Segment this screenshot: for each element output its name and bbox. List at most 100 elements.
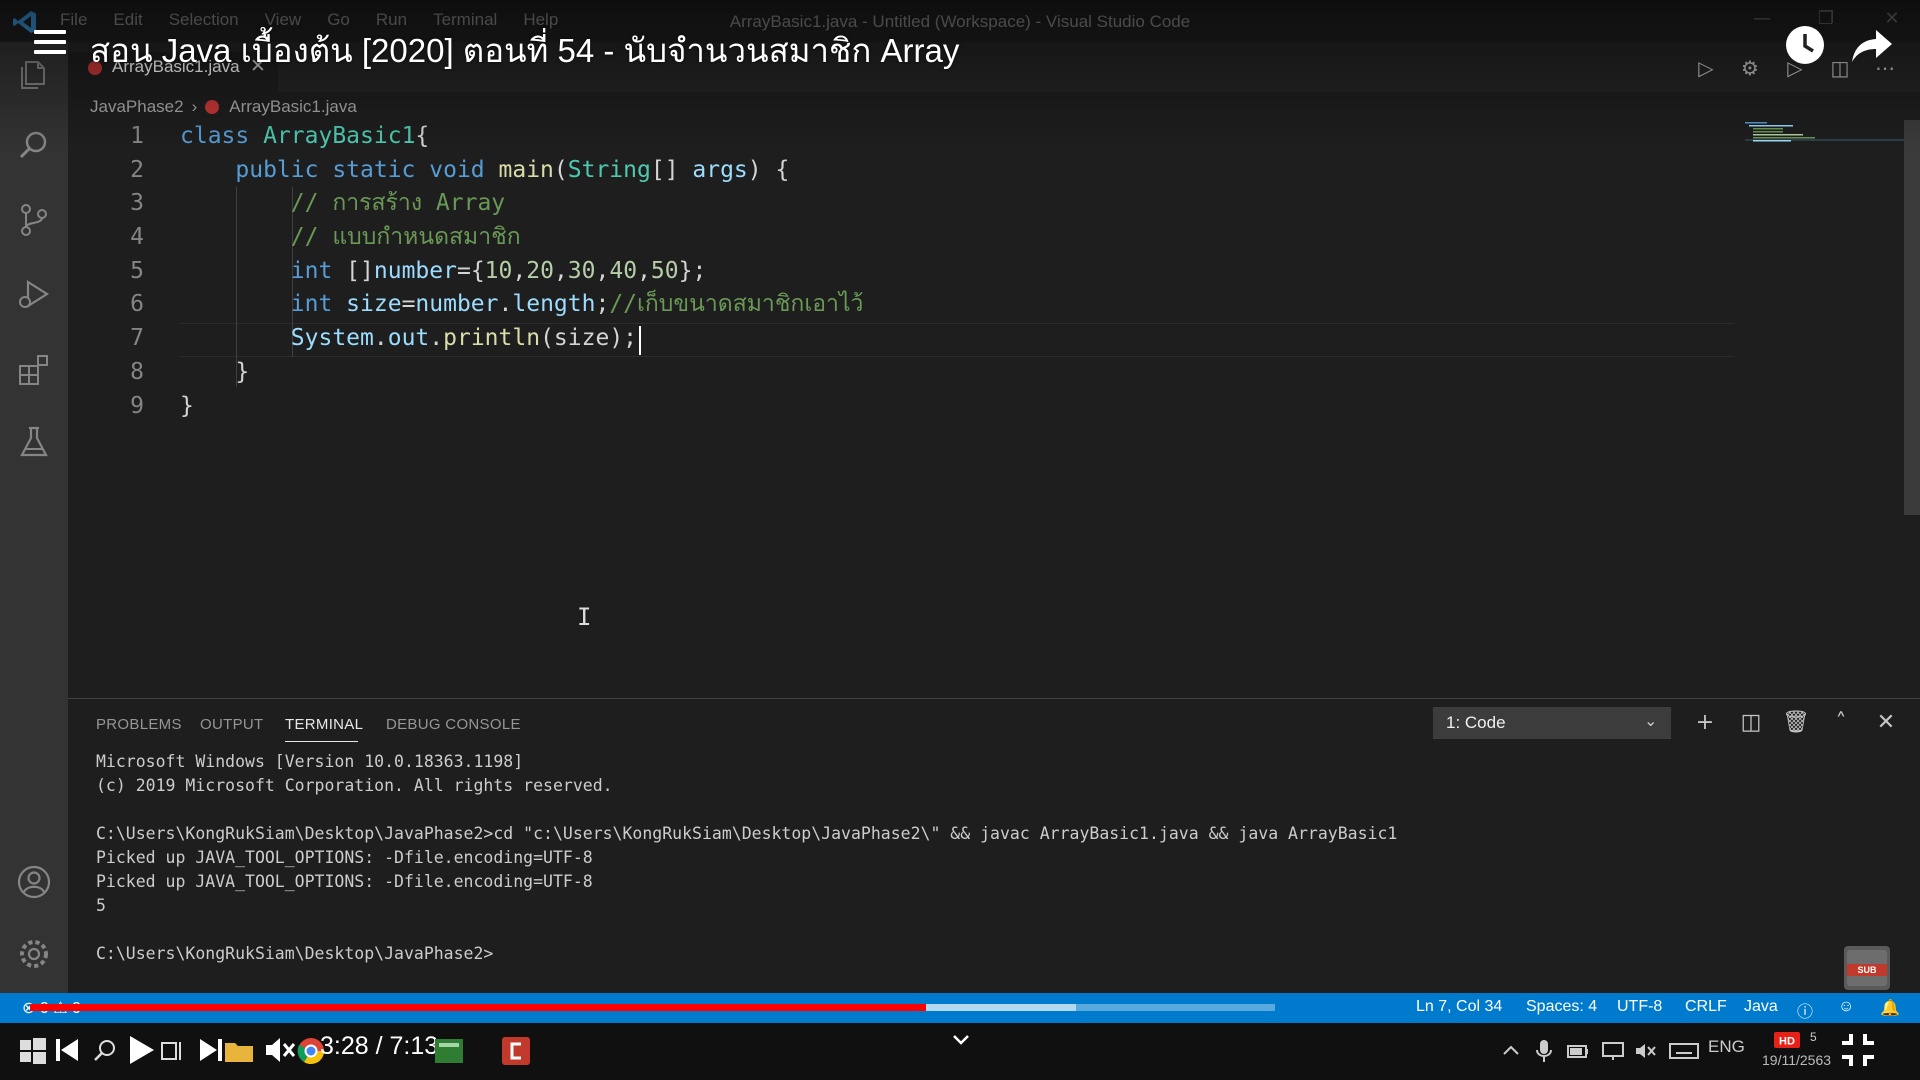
mute-volume-icon[interactable] bbox=[262, 1032, 296, 1068]
code-token: , bbox=[512, 257, 527, 284]
run-debug-icon[interactable] bbox=[14, 274, 54, 314]
previous-video-icon[interactable] bbox=[52, 1032, 82, 1068]
info-icon[interactable]: ⓘ bbox=[1797, 998, 1813, 1022]
text-cursor bbox=[639, 326, 641, 355]
debug-run-icon[interactable]: ⚙ bbox=[1736, 56, 1764, 84]
tab-terminal[interactable]: TERMINAL bbox=[285, 716, 363, 733]
encoding[interactable]: UTF-8 bbox=[1617, 998, 1662, 1016]
line-number: 7 bbox=[130, 325, 144, 352]
notification-count: 5 bbox=[1810, 1030, 1817, 1044]
editor-scrollbar[interactable] bbox=[1904, 120, 1920, 515]
chevron-right-icon: › bbox=[191, 97, 198, 116]
video-title[interactable]: สอน Java เบื้องต้น [2020] ตอนที่ 54 - นั… bbox=[90, 24, 959, 77]
exit-fullscreen-icon[interactable] bbox=[1838, 1030, 1878, 1070]
input-language[interactable]: ENG bbox=[1708, 1037, 1745, 1057]
split-terminal-icon[interactable]: ◫ bbox=[1736, 708, 1766, 738]
line-number: 8 bbox=[130, 358, 144, 385]
code-token: 10 bbox=[484, 257, 513, 284]
playlist-menu-icon[interactable] bbox=[34, 30, 66, 60]
feedback-icon[interactable]: ☺ bbox=[1838, 998, 1854, 1016]
language-mode[interactable]: Java bbox=[1744, 998, 1778, 1016]
code-token: } bbox=[180, 392, 194, 419]
kill-terminal-trash-icon[interactable]: 🗑 bbox=[1781, 708, 1811, 738]
file-explorer-folder-icon[interactable] bbox=[222, 1034, 256, 1068]
code-line: 5 int []number={10,20,30,40,50}; bbox=[68, 255, 1738, 289]
line-ending[interactable]: CRLF bbox=[1685, 998, 1727, 1016]
maximize-panel-chevron-up-icon[interactable]: ˄ bbox=[1826, 708, 1856, 738]
code-token: public static void bbox=[235, 156, 499, 183]
code-token: , bbox=[595, 257, 610, 284]
code-token: ; bbox=[595, 291, 610, 318]
code-editor[interactable]: 1 class ArrayBasic1{2 public static void … bbox=[68, 120, 1738, 423]
share-arrow-icon[interactable] bbox=[1850, 26, 1894, 66]
minimize-icon[interactable]: — bbox=[1742, 8, 1782, 34]
code-token: . bbox=[373, 325, 388, 352]
line-number: 6 bbox=[130, 291, 144, 318]
task-view-icon[interactable] bbox=[155, 1034, 189, 1068]
code-token: 30 bbox=[567, 257, 596, 284]
account-icon[interactable] bbox=[14, 862, 54, 902]
microphone-icon[interactable] bbox=[1534, 1038, 1554, 1064]
tab-output[interactable]: OUTPUT bbox=[200, 716, 263, 733]
search-icon[interactable] bbox=[14, 126, 54, 166]
breadcrumb: JavaPhase2 › ArrayBasic1.java bbox=[90, 97, 357, 117]
java-file-icon bbox=[205, 100, 220, 114]
code-token: { bbox=[415, 123, 430, 149]
line-number: 4 bbox=[130, 224, 144, 251]
code-line: 8 } bbox=[68, 356, 1738, 390]
minimap[interactable] bbox=[1745, 120, 1905, 150]
terminal-line: Picked up JAVA_TOOL_OPTIONS: -Dfile.enco… bbox=[96, 872, 593, 891]
explorer-icon[interactable] bbox=[14, 54, 54, 94]
code-token: . bbox=[498, 291, 513, 318]
tab-debug-console[interactable]: DEBUG CONSOLE bbox=[386, 716, 521, 733]
hd-label: HD bbox=[1779, 1036, 1795, 1048]
chevron-down-icon[interactable] bbox=[950, 1030, 972, 1050]
breadcrumb-file[interactable]: ArrayBasic1.java bbox=[229, 97, 357, 117]
green-app-icon[interactable] bbox=[432, 1034, 466, 1068]
terminal-line: 5 bbox=[96, 896, 106, 915]
watch-later-clock-icon[interactable] bbox=[1786, 26, 1824, 64]
run-code-icon[interactable]: ▷ bbox=[1692, 56, 1720, 84]
line-number: 3 bbox=[130, 190, 144, 217]
breadcrumb-folder[interactable]: JavaPhase2 bbox=[90, 97, 184, 117]
search-taskbar-icon[interactable] bbox=[88, 1034, 122, 1068]
notifications-bell-icon[interactable]: 🔔 bbox=[1880, 998, 1900, 1018]
terminal-line: Picked up JAVA_TOOL_OPTIONS: -Dfile.enco… bbox=[96, 848, 593, 867]
code-line: 2 public static void main(String[] args)… bbox=[68, 154, 1738, 188]
code-token: number bbox=[373, 257, 457, 284]
code-token: 40 bbox=[609, 257, 638, 284]
code-token: = bbox=[401, 291, 416, 318]
code-token: ={ bbox=[456, 257, 485, 284]
speaker-muted-icon[interactable] bbox=[1634, 1040, 1658, 1062]
subscribe-badge[interactable]: SUB bbox=[1844, 946, 1890, 990]
code-text: } bbox=[180, 390, 194, 424]
tab-problems[interactable]: PROBLEMS bbox=[96, 716, 182, 733]
code-line: 6 int size=number.length;//เก็บขนาดสมาชิ… bbox=[68, 288, 1738, 322]
terminal-line: C:\Users\KongRukSiam\Desktop\JavaPhase2>… bbox=[96, 824, 1398, 843]
windows-start-icon[interactable] bbox=[16, 1034, 50, 1068]
network-icon[interactable] bbox=[1600, 1040, 1626, 1062]
new-terminal-icon[interactable]: + bbox=[1690, 708, 1720, 738]
close-panel-icon[interactable]: ✕ bbox=[1871, 708, 1901, 738]
terminal-line: C:\Users\KongRukSiam\Desktop\JavaPhase2> bbox=[96, 944, 494, 963]
code-token: } bbox=[180, 358, 250, 385]
extensions-icon[interactable] bbox=[14, 348, 54, 388]
code-text: // การสร้าง Array bbox=[180, 187, 505, 221]
play-icon[interactable] bbox=[124, 1032, 158, 1068]
keyboard-icon[interactable] bbox=[1668, 1040, 1700, 1062]
tray-chevron-up-icon[interactable] bbox=[1500, 1040, 1522, 1060]
settings-gear-icon[interactable] bbox=[14, 934, 54, 974]
indentation[interactable]: Spaces: 4 bbox=[1526, 998, 1597, 1016]
terminal-output[interactable]: Microsoft Windows [Version 10.0.18363.11… bbox=[96, 750, 1896, 966]
hd-quality-badge[interactable]: HD bbox=[1772, 1030, 1810, 1052]
code-token: ) { bbox=[747, 156, 790, 183]
cursor-position[interactable]: Ln 7, Col 34 bbox=[1416, 998, 1502, 1016]
source-control-icon[interactable] bbox=[14, 200, 54, 240]
red-app-icon[interactable] bbox=[499, 1034, 533, 1068]
testing-flask-icon[interactable] bbox=[14, 422, 54, 462]
battery-icon[interactable] bbox=[1566, 1040, 1590, 1062]
